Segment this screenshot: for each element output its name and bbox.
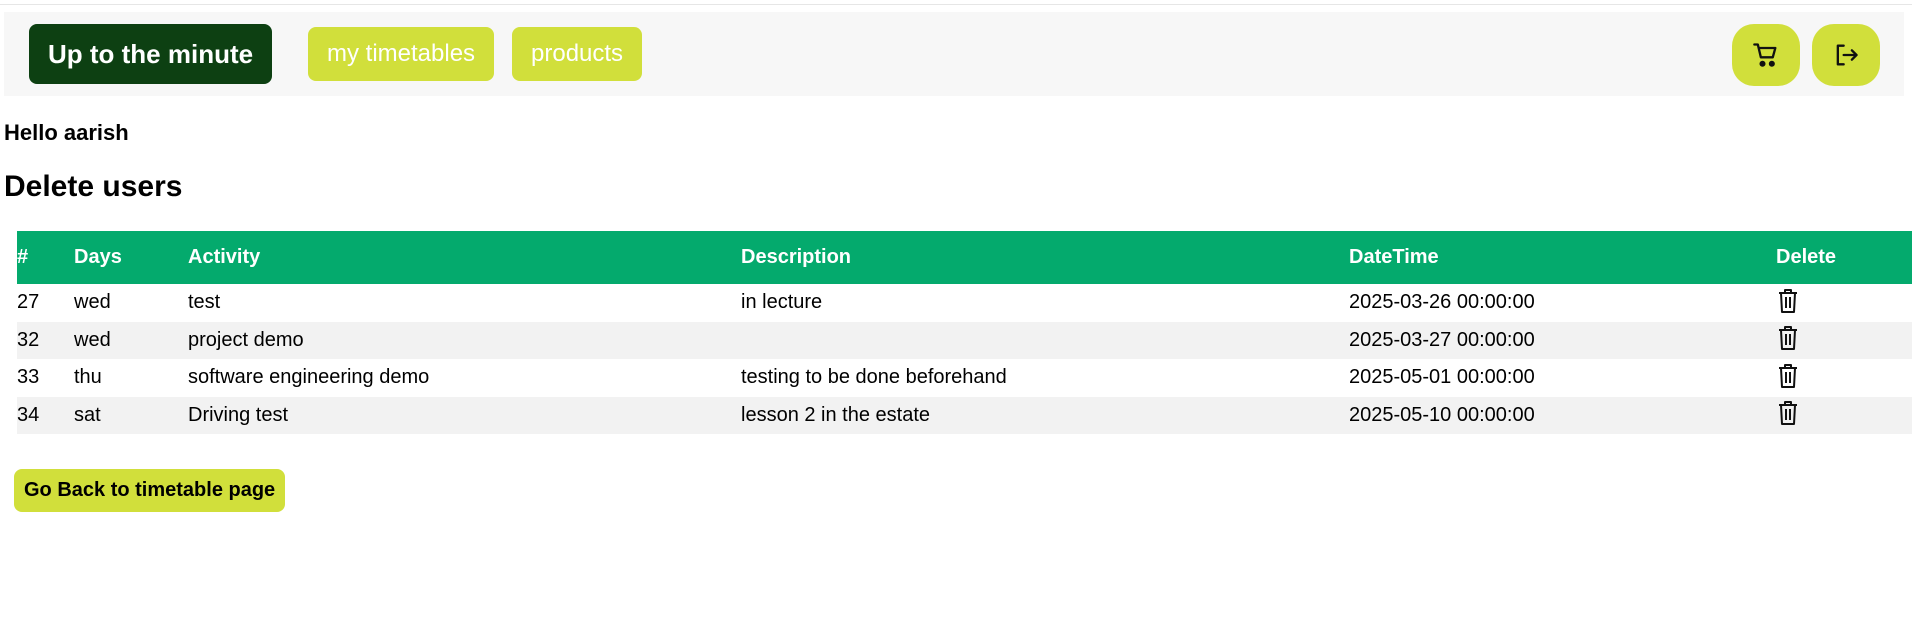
logout-icon — [1836, 44, 1858, 66]
greeting-text: Hello aarish — [4, 120, 129, 145]
cell-day: wed — [74, 328, 111, 351]
table-row: 33 thu software engineering demo testing… — [17, 359, 1912, 397]
cell-day: wed — [74, 291, 111, 314]
cell-datetime: 2025-05-10 00:00:00 — [1349, 403, 1535, 426]
cell-delete — [1776, 359, 1912, 397]
cell-delete — [1776, 284, 1912, 322]
table-row: 34 sat Driving test lesson 2 in the esta… — [17, 396, 1912, 435]
header-days: Days — [74, 246, 122, 268]
cell-delete — [1776, 322, 1912, 360]
cell-activity: software engineering demo — [188, 366, 430, 389]
page-title: Delete users — [4, 170, 183, 203]
cell-id: 33 — [17, 366, 40, 389]
cell-id: 32 — [17, 328, 40, 351]
trash-icon[interactable] — [1776, 363, 1800, 389]
table-header-row: # Days Activity Description DateTime Del… — [17, 231, 1912, 284]
cell-id: 34 — [17, 403, 40, 426]
cart-icon — [1753, 43, 1777, 67]
cell-datetime: 2025-03-27 00:00:00 — [1349, 328, 1535, 351]
trash-icon[interactable] — [1776, 400, 1800, 426]
cell-activity: Driving test — [188, 403, 289, 426]
cell-description: in lecture — [741, 291, 823, 314]
navbar: Up to the minute my timetables products — [4, 12, 1904, 96]
cell-activity: test — [188, 291, 221, 314]
header-activity: Activity — [188, 246, 261, 268]
back-to-timetable-button[interactable]: Go Back to timetable page — [14, 469, 286, 512]
nav-my-timetables-link[interactable]: my timetables — [308, 27, 495, 81]
cell-day: thu — [74, 366, 102, 389]
cell-datetime: 2025-03-26 00:00:00 — [1349, 291, 1535, 314]
trash-icon[interactable] — [1776, 325, 1800, 351]
table-row: 32 wed project demo 2025-03-27 00:00:00 — [17, 321, 1912, 360]
nav-products-link[interactable]: products — [512, 27, 643, 81]
cell-description: testing to be done beforehand — [741, 366, 1007, 389]
cell-description — [741, 322, 1349, 360]
header-delete: Delete — [1776, 246, 1837, 268]
table-row: 27 wed test in lecture 2025-03-26 00:00:… — [17, 284, 1912, 322]
cart-button[interactable] — [1732, 24, 1800, 86]
header-id: # — [17, 246, 29, 268]
header-description: Description — [741, 246, 852, 268]
top-border — [0, 0, 1912, 5]
brand-link[interactable]: Up to the minute — [29, 24, 273, 84]
cell-id: 27 — [17, 291, 40, 314]
cell-activity: project demo — [188, 328, 304, 351]
cell-day: sat — [74, 403, 101, 426]
trash-icon[interactable] — [1776, 288, 1800, 314]
timetable-table: # Days Activity Description DateTime Del… — [17, 231, 1912, 434]
cell-delete — [1776, 397, 1912, 435]
header-datetime: DateTime — [1349, 246, 1439, 268]
cell-description: lesson 2 in the estate — [741, 403, 931, 426]
cell-datetime: 2025-05-01 00:00:00 — [1349, 366, 1535, 389]
logout-button[interactable] — [1812, 24, 1880, 86]
